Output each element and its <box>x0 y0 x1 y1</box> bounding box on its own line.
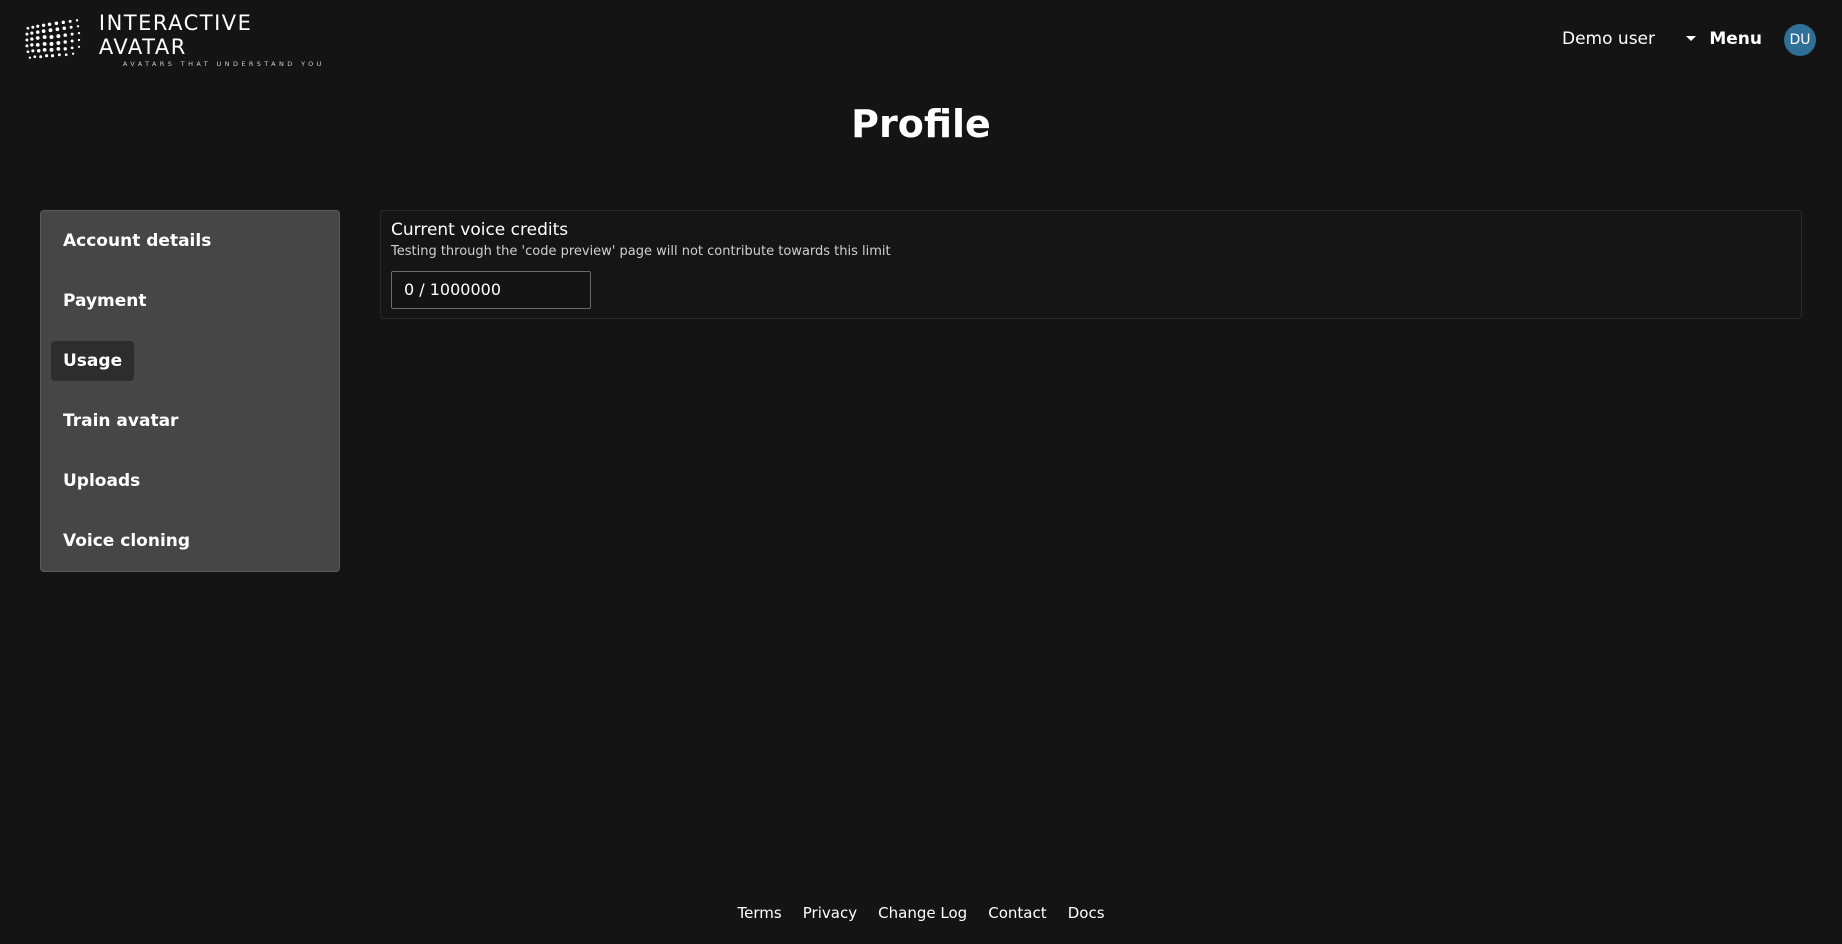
page-title: Profile <box>851 102 991 146</box>
caret-down-icon[interactable] <box>1686 36 1696 41</box>
page: INTERACTIVE AVATAR AVATARS THAT UNDERSTA… <box>0 0 1842 944</box>
footer-link-docs[interactable]: Docs <box>1068 904 1105 922</box>
top-bar: INTERACTIVE AVATAR AVATARS THAT UNDERSTA… <box>0 0 1842 80</box>
brand-name: INTERACTIVE AVATAR <box>98 11 253 59</box>
voice-credits-note: Testing through the 'code preview' page … <box>391 244 891 259</box>
voice-credits-title: Current voice credits <box>391 220 569 240</box>
sidebar-item-train-avatar[interactable]: Train avatar <box>51 401 190 441</box>
brand-text: INTERACTIVE AVATAR AVATARS THAT UNDERSTA… <box>99 11 344 69</box>
wave-grid-logo-icon <box>25 19 81 59</box>
user-area: Demo user Menu DU <box>1482 22 1842 58</box>
footer-link-contact[interactable]: Contact <box>988 904 1046 922</box>
voice-credits-value: 0 / 1000000 <box>391 271 591 309</box>
footer-link-terms[interactable]: Terms <box>737 904 781 922</box>
voice-credits-panel: Current voice credits Testing through th… <box>380 210 1802 319</box>
sidebar-item-uploads[interactable]: Uploads <box>51 461 152 501</box>
sidebar-item-account-details[interactable]: Account details <box>51 221 223 261</box>
menu-button[interactable]: Menu <box>1709 29 1762 49</box>
avatar[interactable]: DU <box>1784 24 1816 56</box>
sidebar-item-voice-cloning[interactable]: Voice cloning <box>51 521 202 561</box>
profile-sidebar: Account details Payment Usage Train avat… <box>40 210 340 572</box>
footer: Terms Privacy Change Log Contact Docs <box>0 903 1842 922</box>
footer-link-change-log[interactable]: Change Log <box>878 904 967 922</box>
brand-tagline: AVATARS THAT UNDERSTAND YOU <box>122 60 325 68</box>
user-dropdown[interactable]: Demo user <box>1562 29 1655 49</box>
sidebar-item-payment[interactable]: Payment <box>51 281 159 321</box>
sidebar-item-usage[interactable]: Usage <box>51 341 135 381</box>
brand-logo[interactable]: INTERACTIVE AVATAR AVATARS THAT UNDERSTA… <box>24 11 344 68</box>
footer-link-privacy[interactable]: Privacy <box>803 904 857 922</box>
